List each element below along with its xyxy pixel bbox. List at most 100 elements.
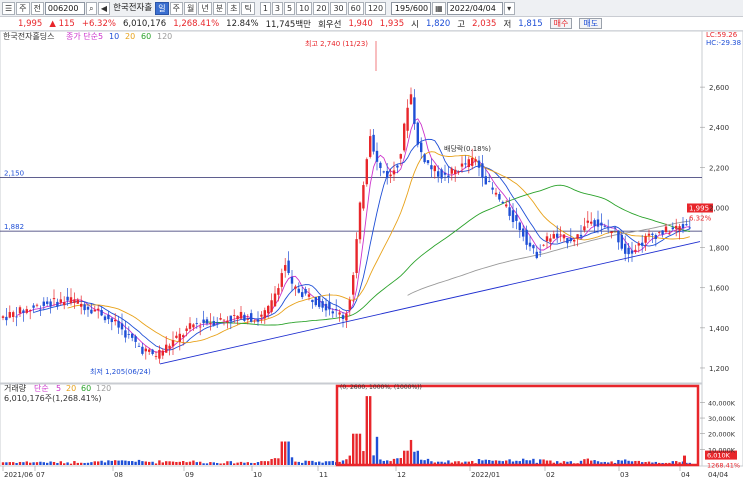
- interval-button-30[interactable]: 30: [330, 1, 347, 15]
- calendar-icon[interactable]: ▦: [432, 1, 446, 15]
- open-price: 1,940: [348, 18, 373, 29]
- candle-body: [144, 348, 147, 352]
- candle-body: [59, 299, 62, 303]
- interval-button-3[interactable]: 3: [271, 1, 283, 15]
- interval-button-120[interactable]: 120: [364, 1, 387, 15]
- volume-bar: [168, 461, 171, 465]
- x-tick-label: 03: [620, 471, 629, 479]
- volume-bar: [86, 462, 90, 465]
- volume-bar: [175, 461, 178, 465]
- candle-body: [556, 233, 559, 238]
- menu-icon[interactable]: ☰: [2, 1, 16, 15]
- candle-body: [256, 319, 260, 322]
- candle-body: [93, 309, 96, 312]
- candle-body: [545, 236, 549, 242]
- y-tick-label: 1,800: [709, 245, 729, 253]
- candle-body: [239, 311, 243, 319]
- period-button-4[interactable]: 분: [212, 1, 227, 15]
- buy-button[interactable]: 매수: [549, 18, 573, 29]
- date-input[interactable]: 2022/04/04: [446, 1, 503, 15]
- period-button-6[interactable]: 틱: [241, 1, 255, 15]
- change-pct: +6.32%: [81, 18, 116, 29]
- candle-body: [447, 175, 450, 178]
- interval-button-20[interactable]: 20: [313, 1, 330, 15]
- interval-button-60[interactable]: 60: [347, 1, 364, 15]
- candle-body: [437, 171, 440, 177]
- search-icon[interactable]: ⌕: [85, 1, 97, 15]
- period-button-1[interactable]: 주: [169, 1, 183, 15]
- volume-bar: [137, 459, 141, 465]
- candle-body: [498, 194, 501, 200]
- volume-bar: [229, 461, 232, 465]
- lc-label: LC:59.26: [706, 31, 738, 39]
- candle-body: [488, 181, 491, 183]
- candle-body: [358, 202, 362, 240]
- candle-body: [175, 335, 178, 338]
- candle-body: [97, 308, 100, 311]
- interval-button-10[interactable]: 10: [296, 1, 313, 15]
- volume-pane[interactable]: [0, 383, 703, 467]
- candle-body: [613, 227, 617, 229]
- candle-body: [297, 288, 300, 293]
- volume-bar: [297, 461, 300, 465]
- hc-label: HC:-29.38: [706, 39, 741, 47]
- period-button-2[interactable]: 월: [183, 1, 198, 15]
- chart-canvas[interactable]: 2,600 2,400 2,200 2,000 1,800 1,600 1,400 1,200…: [0, 31, 743, 479]
- range-input[interactable]: 195/600: [391, 1, 432, 15]
- candle-body: [219, 318, 222, 320]
- volume-bar: [56, 462, 59, 465]
- volume-bar: [97, 461, 100, 465]
- candle-body: [433, 165, 436, 172]
- candle-body: [229, 315, 232, 322]
- y-tick-label: 1,200: [709, 365, 729, 373]
- candle-body: [365, 159, 368, 185]
- volume-ma-label: 단순: [34, 383, 49, 393]
- candle-body: [29, 310, 32, 311]
- candle-body: [403, 123, 406, 151]
- sub-button[interactable]: 주: [16, 1, 30, 15]
- market-button[interactable]: 전: [30, 1, 44, 15]
- period-button-3[interactable]: 년: [198, 1, 212, 15]
- interval-button-1[interactable]: 1: [259, 1, 271, 15]
- y-tick-label: 1,600: [709, 285, 729, 293]
- candle-body: [430, 165, 433, 170]
- period-button-0[interactable]: 일: [155, 1, 169, 15]
- volume-bar: [246, 462, 249, 465]
- ma-period-label: 120: [157, 32, 172, 41]
- candle-body: [416, 122, 419, 145]
- candle-body: [311, 299, 314, 303]
- candle-body: [362, 185, 365, 209]
- candle-body: [301, 292, 304, 298]
- x-tick-label: 10: [253, 471, 262, 479]
- candle-body: [457, 171, 460, 173]
- price-pane[interactable]: [0, 31, 703, 384]
- candle-body: [338, 312, 341, 315]
- candle-body: [114, 319, 117, 322]
- volume-bar: [270, 458, 273, 465]
- up-arrow-icon: ▲: [49, 18, 56, 29]
- stock-chart-window: ☰ 주 전 006200 ⌕ ◀ 한국전자홀 일주월년분초틱 1 3 5 10 20 30…: [0, 0, 743, 479]
- volume-bar: [131, 461, 134, 465]
- stock-code-input[interactable]: 006200: [44, 1, 85, 15]
- volume-bar: [301, 462, 304, 465]
- sell-button[interactable]: 매도: [579, 18, 603, 29]
- volume-current-pct-tag: 1268.41%: [707, 462, 740, 470]
- volume-bar: [171, 461, 175, 465]
- speaker-icon[interactable]: ◀: [97, 1, 111, 15]
- candle-body: [137, 345, 141, 347]
- candle-body: [110, 318, 113, 323]
- volume-value: 6,010,176: [122, 18, 167, 29]
- volume-ma-period-label: 120: [96, 384, 111, 393]
- volume-bar: [209, 462, 212, 465]
- current-date-label: 04/04: [708, 471, 729, 479]
- candle-body: [532, 245, 535, 249]
- period-button-5[interactable]: 초: [227, 1, 241, 15]
- volume-bar: [161, 462, 164, 465]
- candle-body: [409, 94, 413, 105]
- candle-body: [454, 169, 457, 175]
- interval-button-5[interactable]: 5: [284, 1, 296, 15]
- volume-bar: [69, 463, 73, 465]
- candle-body: [440, 169, 443, 179]
- chevron-down-icon[interactable]: ▾: [503, 1, 515, 15]
- volume-bar: [100, 460, 103, 465]
